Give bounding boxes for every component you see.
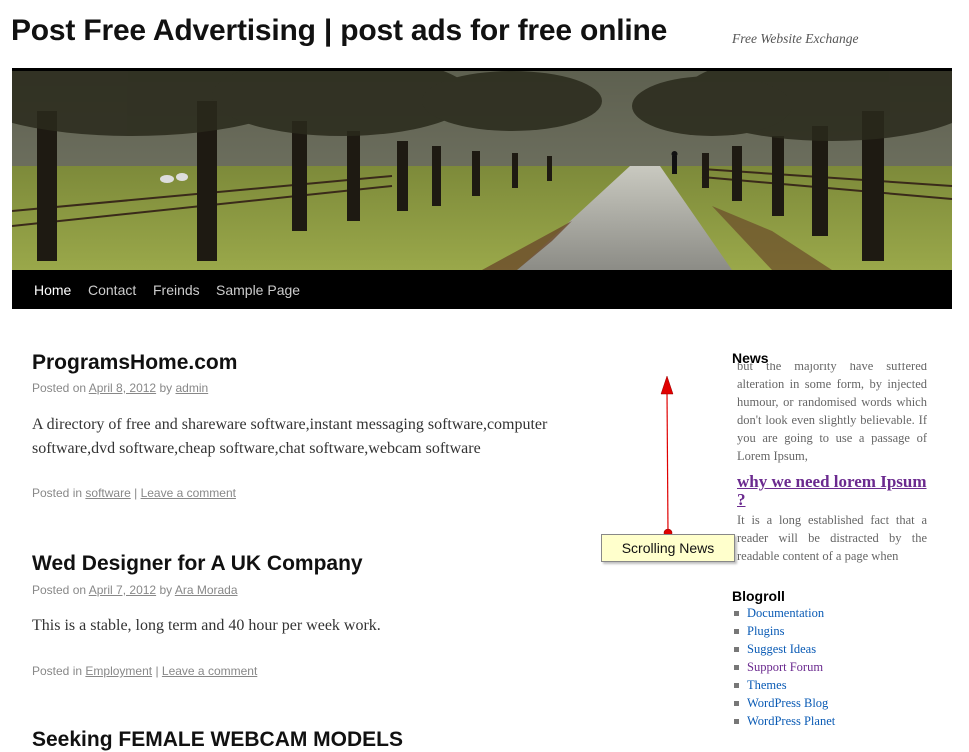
author-link[interactable]: admin [175,381,208,395]
header-image [12,71,952,270]
bullet-icon [734,665,739,670]
bullet-icon [734,647,739,652]
separator: | [134,486,138,500]
site-description: Free Website Exchange [732,31,859,46]
author-link[interactable]: Ara Morada [175,583,238,597]
blogroll-link-plugins[interactable]: Plugins [747,624,785,638]
nav-item-freinds[interactable]: Freinds [153,282,200,298]
blogroll-item: WordPress Planet [734,712,835,730]
nav-item-contact[interactable]: Contact [88,282,136,298]
category-link[interactable]: Employment [85,664,152,678]
blogroll-item: Themes [734,676,835,694]
bullet-icon [734,611,739,616]
leave-comment-link[interactable]: Leave a comment [141,486,236,500]
tree-avenue-illustration [12,71,952,270]
post-title[interactable]: Wed Designer for A UK Company [32,552,363,576]
leave-comment-link[interactable]: Leave a comment [162,664,257,678]
bullet-icon [734,719,739,724]
nav-item-home[interactable]: Home [34,282,71,298]
blogroll-link-suggest-ideas[interactable]: Suggest Ideas [747,642,816,656]
blogroll-item: Plugins [734,622,835,640]
news-scroller[interactable]: but the majority have suffered alteratio… [737,363,927,569]
bullet-icon [734,683,739,688]
blogroll-item: Support Forum [734,658,835,676]
blogroll-item: WordPress Blog [734,694,835,712]
bullet-icon [734,701,739,706]
main-navigation: Home Contact Freinds Sample Page [12,270,952,309]
separator: | [155,664,159,678]
posted-on-label: Posted on [32,381,87,395]
post-date-link[interactable]: April 8, 2012 [89,381,156,395]
scrolling-news-callout: Scrolling News [601,534,735,562]
blogroll-list: Documentation Plugins Suggest Ideas Supp… [734,604,835,730]
blogroll-item: Documentation [734,604,835,622]
news-text: but the majority have suffered alteratio… [737,363,927,463]
post-date-link[interactable]: April 7, 2012 [89,583,156,597]
post-body: A directory of free and shareware softwa… [32,416,548,457]
arrow-line [666,391,669,534]
arrow-head-icon [660,375,674,395]
blogroll-link-wordpress-planet[interactable]: WordPress Planet [747,714,835,728]
blogroll-item: Suggest Ideas [734,640,835,658]
site-title[interactable]: Post Free Advertising | post ads for fre… [11,14,667,48]
post-title[interactable]: Seeking FEMALE WEBCAM MODELS [32,728,403,752]
posted-in-label: Posted in [32,486,83,500]
by-label: by [159,381,173,395]
post-meta: Posted on April 8, 2012 by admin [32,381,208,395]
post-utility: Posted in software | Leave a comment [32,486,236,500]
post-meta: Posted on April 7, 2012 by Ara Morada [32,583,238,597]
blogroll-widget-title: Blogroll [732,588,785,604]
category-link[interactable]: software [85,486,130,500]
bullet-icon [734,629,739,634]
by-label: by [159,583,173,597]
blogroll-link-wordpress-blog[interactable]: WordPress Blog [747,696,828,710]
news-text: It is a long established fact that a rea… [737,513,927,563]
news-heading-link[interactable]: why we need lorem Ipsum ? [737,473,927,509]
nav-item-sample-page[interactable]: Sample Page [216,282,300,298]
posted-on-label: Posted on [32,583,87,597]
post-body: This is a stable, long term and 40 hour … [32,617,381,634]
post-title[interactable]: ProgramsHome.com [32,351,237,375]
posted-in-label: Posted in [32,664,83,678]
post-utility: Posted in Employment | Leave a comment [32,664,257,678]
blogroll-link-documentation[interactable]: Documentation [747,606,824,620]
blogroll-link-themes[interactable]: Themes [747,678,787,692]
blogroll-link-support-forum[interactable]: Support Forum [747,660,823,674]
